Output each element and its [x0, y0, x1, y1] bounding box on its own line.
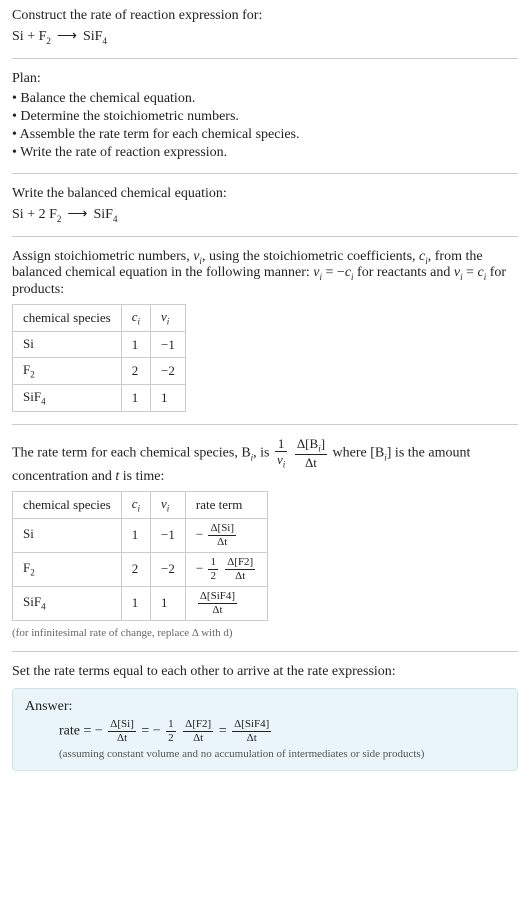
answer-box: Answer: rate = − Δ[Si] Δt = − 1 2 Δ[F2] …	[12, 688, 518, 771]
cell-nui: −1	[151, 331, 186, 358]
species-f2: F2	[49, 207, 61, 222]
species-sif4: SiF4	[93, 207, 117, 222]
divider	[12, 424, 518, 425]
cell-rate: − 1 2 Δ[F2] Δt	[185, 552, 267, 586]
final-heading: Set the rate terms equal to each other t…	[12, 664, 518, 680]
unbalanced-equation: Si + F2⟶SiF4	[12, 28, 518, 46]
prompt-text: Construct the rate of reaction expressio…	[12, 8, 518, 24]
plan-item: • Assemble the rate term for each chemic…	[12, 127, 518, 143]
answer-label: Answer:	[25, 699, 505, 715]
balanced-equation: Si + 2 F2⟶SiF4	[12, 206, 518, 224]
col-species: chemical species	[13, 305, 122, 332]
fraction: 1 2	[166, 719, 176, 744]
cell-nui: 1	[151, 586, 186, 620]
reaction-arrow-icon: ⟶	[51, 29, 83, 44]
table-row: SiF4 1 1	[13, 384, 186, 411]
answer-note: (assuming constant volume and no accumul…	[25, 748, 505, 760]
table-header-row: chemical species ci νi	[13, 305, 186, 332]
stoichiometry-table: chemical species ci νi Si 1 −1 F2 2 −2 S…	[12, 304, 186, 411]
table-header-row: chemical species ci νi rate term	[13, 492, 268, 519]
cell-rate: Δ[SiF4] Δt	[185, 586, 267, 620]
table-note: (for infinitesimal rate of change, repla…	[12, 627, 518, 639]
assign-text: Assign stoichiometric numbers, νi, using…	[12, 249, 518, 299]
plus-sign: +	[24, 29, 39, 44]
cell-species: SiF4	[13, 384, 122, 411]
fraction: 1 2	[208, 557, 218, 582]
divider	[12, 173, 518, 174]
fraction: Δ[Si] Δt	[208, 523, 236, 548]
cell-ci: 1	[121, 331, 150, 358]
rate-expression: rate = − Δ[Si] Δt = − 1 2 Δ[F2] Δt = Δ[S…	[25, 719, 505, 744]
fraction: Δ[Si] Δt	[108, 719, 136, 744]
col-species: chemical species	[13, 492, 122, 519]
fraction-one-over-nu: 1 νi	[275, 437, 287, 470]
table-row: F2 2 −2 − 1 2 Δ[F2] Δt	[13, 552, 268, 586]
cell-species: Si	[13, 518, 122, 552]
cell-species: SiF4	[13, 586, 122, 620]
plan-item: • Write the rate of reaction expression.	[12, 145, 518, 161]
species-f2: F2	[39, 29, 51, 44]
cell-species: F2	[13, 552, 122, 586]
divider	[12, 236, 518, 237]
fraction: Δ[SiF4] Δt	[198, 591, 237, 616]
plan-heading: Plan:	[12, 71, 518, 87]
cell-ci: 1	[121, 518, 150, 552]
plan-item: • Determine the stoichiometric numbers.	[12, 109, 518, 125]
cell-rate: − Δ[Si] Δt	[185, 518, 267, 552]
fraction: Δ[SiF4] Δt	[232, 719, 271, 744]
balanced-heading: Write the balanced chemical equation:	[12, 186, 518, 202]
cell-nui: −2	[151, 358, 186, 385]
table-row: Si 1 −1	[13, 331, 186, 358]
species-si: Si	[12, 29, 24, 44]
divider	[12, 651, 518, 652]
plan-list: • Balance the chemical equation. • Deter…	[12, 91, 518, 161]
cell-nui: −2	[151, 552, 186, 586]
fraction-dbi-dt: Δ[Bi] Δt	[295, 437, 327, 470]
cell-species: F2	[13, 358, 122, 385]
cell-nui: 1	[151, 384, 186, 411]
col-ci: ci	[121, 305, 150, 332]
species-si: Si	[12, 207, 24, 222]
rate-term-table: chemical species ci νi rate term Si 1 −1…	[12, 491, 268, 621]
cell-species: Si	[13, 331, 122, 358]
col-nui: νi	[151, 305, 186, 332]
divider	[12, 58, 518, 59]
col-ci: ci	[121, 492, 150, 519]
species-sif4: SiF4	[83, 29, 107, 44]
fraction: Δ[F2] Δt	[183, 719, 213, 744]
reaction-arrow-icon: ⟶	[61, 207, 93, 222]
col-nui: νi	[151, 492, 186, 519]
cell-ci: 2	[121, 358, 150, 385]
col-rate: rate term	[185, 492, 267, 519]
plus-sign: + 2	[24, 207, 49, 222]
plan-item: • Balance the chemical equation.	[12, 91, 518, 107]
cell-ci: 1	[121, 586, 150, 620]
cell-ci: 2	[121, 552, 150, 586]
cell-ci: 1	[121, 384, 150, 411]
table-row: F2 2 −2	[13, 358, 186, 385]
table-row: Si 1 −1 − Δ[Si] Δt	[13, 518, 268, 552]
rate-term-text: The rate term for each chemical species,…	[12, 437, 518, 486]
table-row: SiF4 1 1 Δ[SiF4] Δt	[13, 586, 268, 620]
cell-nui: −1	[151, 518, 186, 552]
fraction: Δ[F2] Δt	[225, 557, 255, 582]
